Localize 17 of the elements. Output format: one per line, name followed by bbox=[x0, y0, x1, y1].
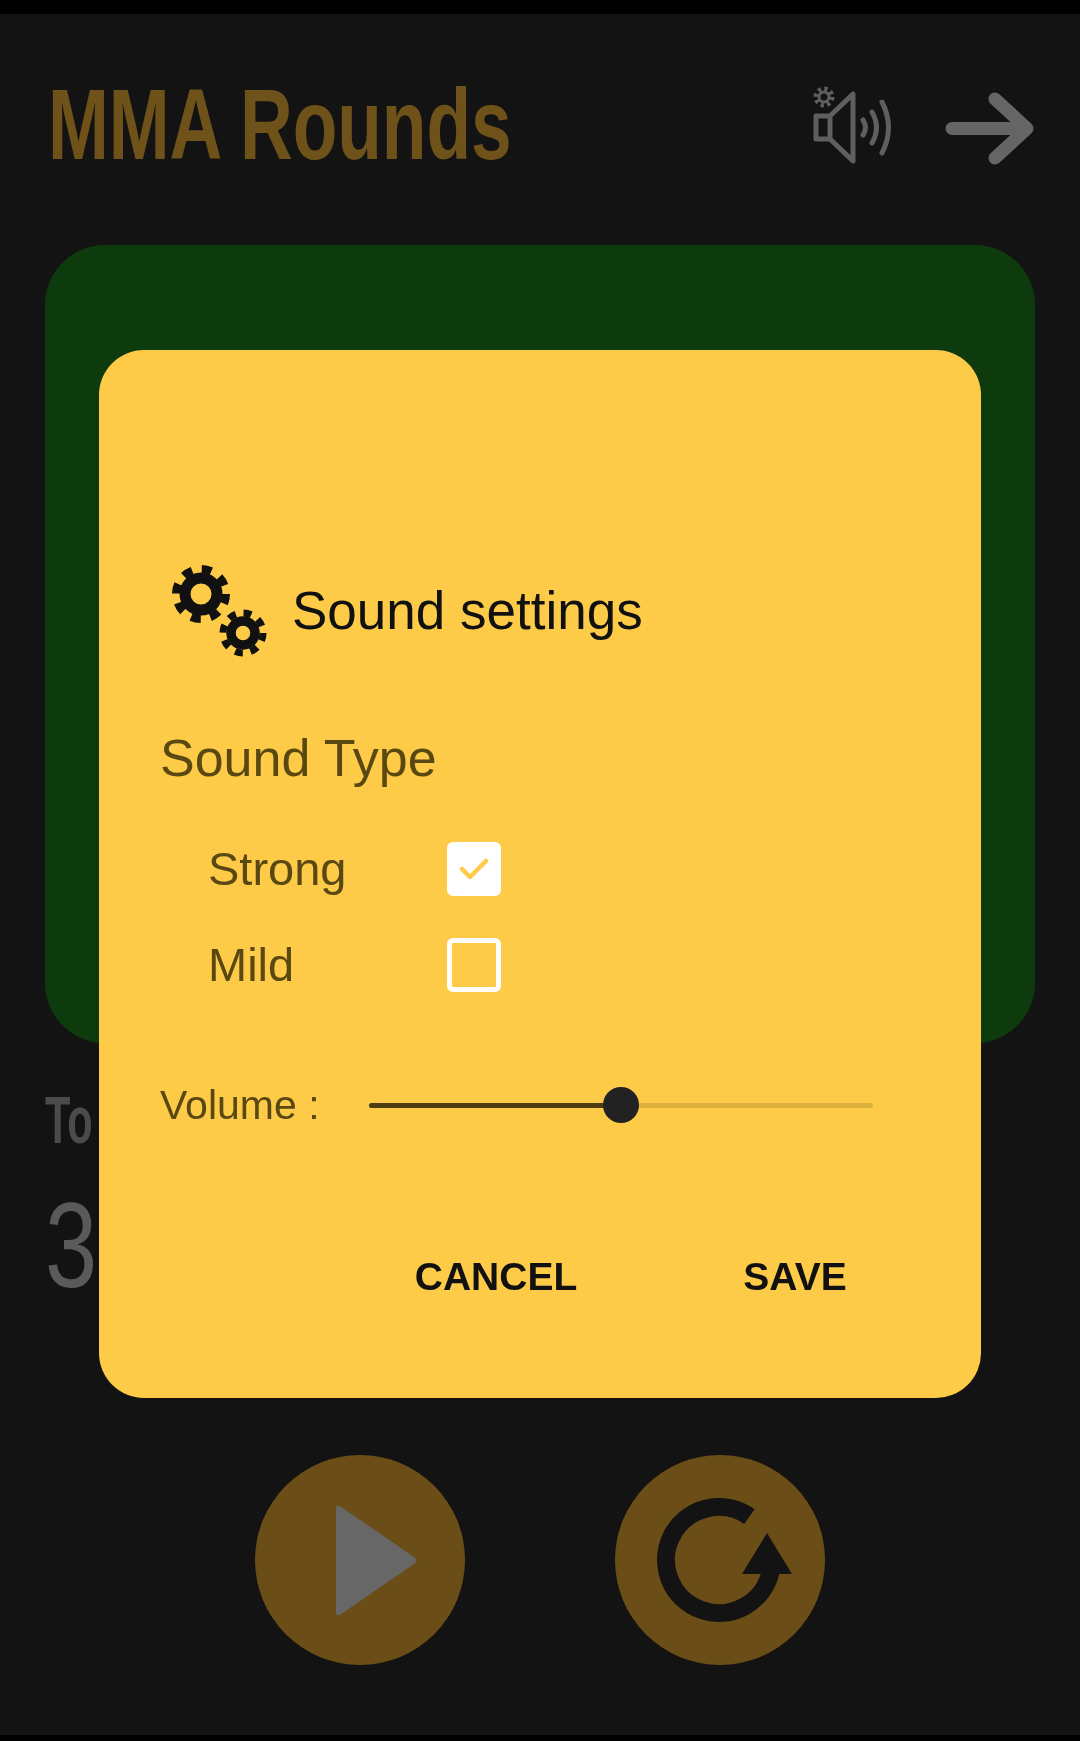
refresh-icon bbox=[657, 1498, 792, 1622]
dialog-title: Sound settings bbox=[292, 579, 643, 642]
option-label: Strong bbox=[208, 842, 347, 896]
save-button[interactable]: SAVE bbox=[715, 1238, 875, 1318]
slider-thumb[interactable] bbox=[603, 1087, 639, 1124]
checkbox[interactable] bbox=[447, 938, 501, 993]
check-icon bbox=[459, 858, 489, 881]
gears-icon bbox=[170, 563, 268, 658]
stat-value: 3 bbox=[45, 1185, 98, 1305]
option-label: Mild bbox=[208, 938, 295, 992]
arrow-right-icon[interactable] bbox=[945, 92, 1035, 165]
cancel-button[interactable]: CANCEL bbox=[396, 1238, 596, 1318]
app-title: MMA Rounds bbox=[48, 74, 512, 174]
stat-label: To bbox=[45, 1087, 93, 1153]
volume-label: Volume : bbox=[160, 1080, 321, 1130]
section-label: Sound Type bbox=[160, 728, 437, 789]
checkbox[interactable] bbox=[447, 842, 501, 897]
